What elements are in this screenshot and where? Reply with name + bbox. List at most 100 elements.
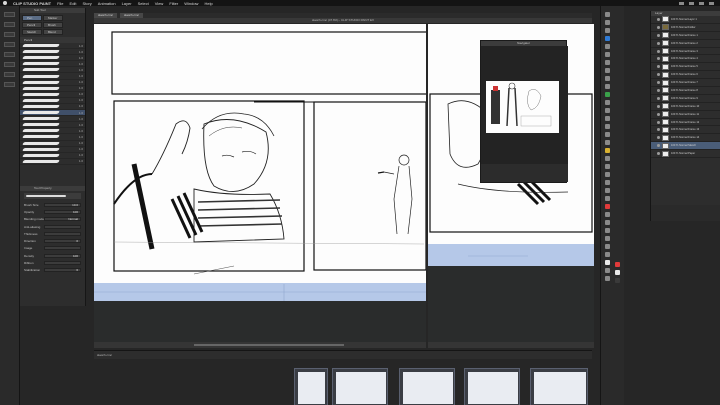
layer-row[interactable]: 100 % Normal Folder [651,24,720,32]
command-icon[interactable] [605,220,610,225]
property-value[interactable] [44,224,81,229]
command-icon[interactable] [605,76,610,81]
navigator-preview[interactable] [481,46,568,166]
layer-row[interactable]: 100 % Normal Frame 5 [651,63,720,72]
canvas-view-main[interactable] [94,24,426,348]
menu-help[interactable]: Help [204,1,212,6]
battery-icon[interactable] [689,1,694,5]
menu-select[interactable]: Select [138,1,149,6]
command-icon[interactable] [605,44,610,49]
menu-edit[interactable]: Edit [70,1,77,6]
navigator-palette[interactable]: Navigator [480,40,568,183]
command-icon[interactable] [605,188,610,193]
menu-window[interactable]: Window [184,1,198,6]
command-icon[interactable] [605,212,610,217]
command-icon[interactable] [605,252,610,257]
layer-row[interactable]: 100 % Normal Layer 1 [651,16,720,24]
layer-row[interactable]: 100 % Normal Frame 13 [651,126,720,135]
command-icon[interactable] [605,116,610,121]
command-icon[interactable] [605,108,610,113]
command-icon[interactable] [605,148,610,153]
brush-tool-icon[interactable] [4,22,15,27]
text-tool-icon[interactable] [4,72,15,77]
command-icon[interactable] [605,12,610,17]
layer-row[interactable]: 100 % Normal Frame 12 [651,119,720,127]
page-thumbnail[interactable] [399,368,455,405]
group-button[interactable]: Pen [22,15,42,21]
command-icon[interactable] [605,196,610,201]
layer-row[interactable]: 100 % Normal Sketch [651,142,720,151]
main-color-swatch[interactable] [615,262,620,267]
command-icon[interactable] [605,132,610,137]
move-tool-icon[interactable] [4,62,15,67]
command-icon[interactable] [605,236,610,241]
eye-icon[interactable] [657,152,660,156]
layer-row[interactable]: 100 % Normal Frame 8 [651,87,720,95]
layer-row[interactable]: 100 % Normal Frame 7 [651,79,720,88]
page-thumbnail[interactable] [332,368,388,405]
command-icon[interactable] [605,260,610,265]
command-icon[interactable] [605,28,610,33]
eye-icon[interactable] [657,112,660,116]
group-button[interactable]: Marker [43,15,63,21]
eye-icon[interactable] [657,49,660,53]
property-value[interactable] [44,261,81,266]
menu-layer[interactable]: Layer [122,1,132,6]
eye-icon[interactable] [657,96,660,100]
eye-icon[interactable] [657,57,660,61]
eye-icon[interactable] [657,73,660,77]
command-icon[interactable] [605,84,610,89]
wifi-icon[interactable] [679,1,684,5]
eye-icon[interactable] [657,81,660,85]
group-button[interactable]: Brush [43,22,63,28]
sub-color-swatch[interactable] [615,270,620,275]
eye-icon[interactable] [657,128,660,132]
layer-row[interactable]: 100 % Normal Frame 14 [651,134,720,143]
command-icon[interactable] [605,268,610,273]
layer-row[interactable]: 100 % Normal Frame 3 [651,48,720,56]
page-thumbnail[interactable] [464,368,520,405]
property-value[interactable]: 100 [44,253,81,258]
layer-row[interactable]: 100 % Normal Frame 10 [651,103,720,111]
eye-icon[interactable] [657,120,660,124]
menu-animation[interactable]: Animation [98,1,116,6]
property-value[interactable] [44,231,81,236]
command-icon[interactable] [605,100,610,105]
property-value[interactable]: 100 [44,209,81,214]
layer-row[interactable]: 100 % Normal Frame 9 [651,95,720,103]
command-icon[interactable] [605,228,610,233]
command-icon[interactable] [605,172,610,177]
property-value[interactable]: 0 [44,239,81,244]
eye-icon[interactable] [657,104,660,108]
menu-file[interactable]: File [57,1,63,6]
property-value[interactable] [44,246,81,251]
layer-row[interactable]: 100 % Normal Frame 6 [651,71,720,80]
layer-row[interactable]: 100 % Normal Frame 4 [651,55,720,64]
eye-icon[interactable] [657,17,660,21]
brush-item[interactable]: 1.0 [20,159,85,165]
property-value[interactable]: 10.0 [44,202,81,207]
group-button[interactable]: Blend [43,29,63,35]
pen-tool-icon[interactable] [4,12,15,17]
command-icon[interactable] [605,140,610,145]
command-icon[interactable] [605,36,610,41]
command-icon[interactable] [605,180,610,185]
command-icon[interactable] [605,60,610,65]
eye-icon[interactable] [657,136,660,140]
apple-icon[interactable] [3,1,7,5]
layer-row[interactable]: 100 % Normal Frame 2 [651,40,720,48]
command-icon[interactable] [605,68,610,73]
eye-icon[interactable] [657,144,660,148]
group-button[interactable]: Pencil [22,22,42,28]
command-icon[interactable] [605,20,610,25]
menu-filter[interactable]: Filter [169,1,178,6]
menu-story[interactable]: Story [82,1,91,6]
menu-view[interactable]: View [155,1,164,6]
layer-row[interactable]: 100 % Normal Frame 11 [651,111,720,119]
command-icon[interactable] [605,156,610,161]
eye-icon[interactable] [657,65,660,69]
frame-tool-icon[interactable] [4,82,15,87]
command-icon[interactable] [605,276,610,281]
property-value[interactable]: Normal [44,217,81,222]
control-center-icon[interactable] [709,1,714,5]
